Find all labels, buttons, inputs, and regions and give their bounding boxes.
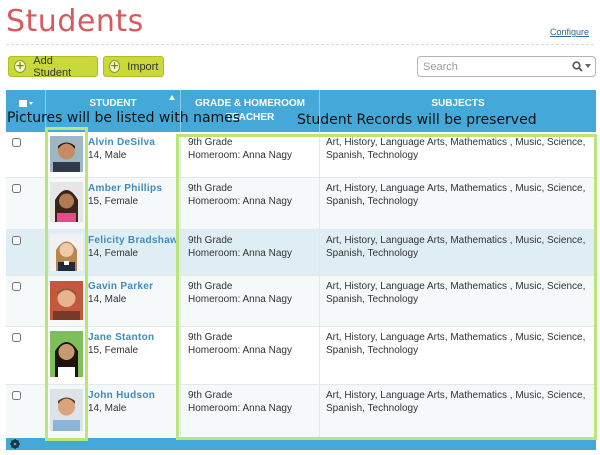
row-checkbox[interactable]: [12, 184, 21, 193]
student-name-link[interactable]: Alvin DeSilva: [88, 136, 180, 149]
import-button[interactable]: + Import: [103, 56, 164, 77]
student-details: 15, Female: [88, 196, 139, 207]
add-student-button[interactable]: + Add Student: [8, 54, 98, 79]
configure-link[interactable]: Configure: [550, 27, 589, 37]
chevron-down-icon: [28, 101, 33, 105]
column-header-label: STUDENT: [89, 98, 137, 109]
student-details: 14, Male: [88, 403, 127, 414]
student-name-link[interactable]: Gavin Parker: [88, 280, 180, 293]
student-details: 14, Female: [88, 248, 139, 259]
student-name-link[interactable]: John Hudson: [88, 389, 180, 402]
row-checkbox[interactable]: [12, 391, 21, 400]
chevron-down-icon[interactable]: [585, 64, 591, 68]
row-checkbox[interactable]: [12, 333, 21, 342]
student-details: 14, Male: [88, 294, 127, 305]
student-name-link[interactable]: Felicity Bradshaw: [88, 234, 180, 247]
add-student-label: Add Student: [33, 54, 72, 79]
student-name-link[interactable]: Amber Phillips: [88, 182, 180, 195]
search-icon[interactable]: [572, 61, 583, 72]
checkbox-icon: [18, 99, 27, 107]
title-divider: [6, 44, 594, 45]
search-box[interactable]: [417, 56, 596, 77]
records-callout-box: [176, 134, 597, 440]
import-label: Import: [127, 60, 159, 73]
student-name-link[interactable]: Jane Stanton: [88, 331, 180, 344]
gear-icon[interactable]: [10, 439, 20, 449]
search-input[interactable]: [423, 60, 568, 73]
plus-circle-icon: +: [14, 59, 27, 73]
row-checkbox[interactable]: [12, 138, 21, 147]
student-details: 15, Female: [88, 345, 139, 356]
column-header-label: SUBJECTS: [431, 98, 485, 109]
plus-circle-icon: +: [109, 59, 121, 73]
student-details: 14, Male: [88, 150, 127, 161]
sort-ascending-icon: [169, 95, 175, 100]
page-title: Students: [6, 4, 144, 39]
row-checkbox[interactable]: [12, 236, 21, 245]
pictures-callout-box: [45, 127, 88, 441]
records-callout-text: Student Records will be preserved: [297, 112, 537, 128]
pictures-callout-text: Pictures will be listed with names: [7, 110, 241, 126]
row-checkbox[interactable]: [12, 282, 21, 291]
